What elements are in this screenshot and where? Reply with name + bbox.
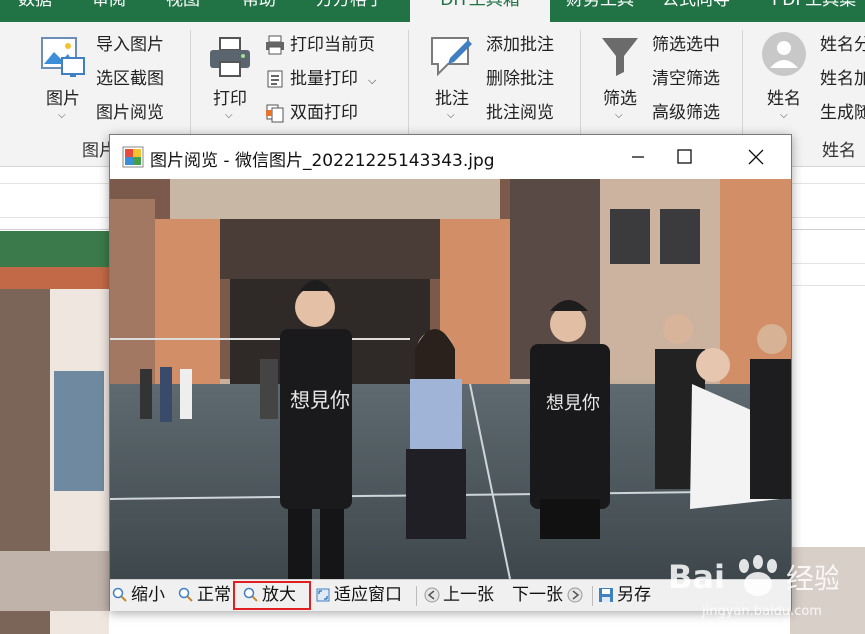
zoom-out-icon — [112, 587, 127, 602]
maximize-icon — [677, 149, 692, 164]
previous-label: 上一张 — [443, 585, 494, 605]
chevron-down-icon: ⌵ — [447, 110, 455, 121]
picture-viewer-button[interactable]: 图片阅览 — [96, 100, 164, 126]
picture-viewer-dialog: 图片阅览 - 微信图片_20221225143343.jpg 想見你 想見你 缩… — [109, 134, 792, 611]
comment-button-label: 批注 — [435, 89, 469, 109]
normal-size-button[interactable]: 正常 — [178, 583, 231, 608]
print-page-icon — [266, 35, 284, 55]
print-current-page-button[interactable]: 打印当前页 — [264, 32, 375, 58]
grid-line — [790, 263, 865, 264]
shirt-text-left: 想見你 — [290, 388, 350, 412]
save-as-button[interactable]: 另存 — [598, 583, 651, 608]
photo-content: 想見你 想見你 — [110, 179, 791, 579]
minimize-button[interactable] — [615, 135, 661, 179]
picture-icon — [41, 37, 85, 77]
dialog-title: 图片阅览 - 微信图片_20221225143343.jpg — [150, 151, 495, 171]
print-button[interactable]: 打印 ⌵ — [204, 32, 256, 124]
tab-data[interactable]: 数据 — [18, 0, 68, 22]
zoom-in-label: 放大 — [262, 585, 296, 605]
tab-finance-tools[interactable]: 财务工具 — [566, 0, 646, 22]
next-label: 下一张 — [512, 585, 563, 605]
zoom-in-button[interactable]: 放大 — [233, 581, 311, 610]
zoom-normal-icon — [178, 587, 193, 602]
fit-window-label: 适应窗口 — [334, 585, 402, 605]
name-split-button[interactable]: 姓名分 — [820, 32, 865, 58]
maximize-button[interactable] — [661, 135, 707, 179]
filter-selected-button[interactable]: 筛选选中 — [652, 32, 720, 58]
duplex-print-button[interactable]: 双面打印 — [264, 100, 358, 126]
comment-viewer-button[interactable]: 批注阅览 — [486, 100, 554, 126]
filter-button[interactable]: 筛选 ⌵ — [594, 32, 646, 124]
svg-text:经验: 经验 — [786, 562, 838, 595]
arrow-right-icon — [567, 587, 583, 603]
ribbon-tab-bar: 数据 审阅 视图 帮助 方方格子 DIY工具箱 财务工具 公式向导 PDF工具集 — [0, 0, 865, 22]
person-icon — [762, 32, 806, 76]
name-add-button[interactable]: 姓名加 — [820, 66, 865, 92]
tab-diy-toolbox[interactable]: DIY工具箱 — [410, 0, 550, 22]
zoom-in-icon — [243, 587, 258, 602]
name-button[interactable]: 姓名 ⌵ — [756, 32, 812, 124]
batch-print-icon — [267, 70, 283, 88]
tab-view[interactable]: 视图 — [166, 0, 216, 22]
batch-print-button[interactable]: 批量打印 ⌵ — [264, 66, 376, 92]
next-button[interactable]: 下一张 — [512, 583, 586, 608]
tab-pdf-tools[interactable]: PDF工具集 — [772, 0, 865, 22]
clear-filter-button[interactable]: 清空筛选 — [652, 66, 720, 92]
chevron-down-icon: ⌵ — [225, 110, 233, 121]
print-button-label: 打印 — [213, 89, 247, 109]
chevron-down-icon: ⌵ — [58, 110, 66, 121]
shirt-text-right: 想見你 — [546, 393, 600, 414]
picture-button-label: 图片 — [46, 89, 80, 109]
toolbar-divider — [592, 586, 593, 606]
generate-random-button[interactable]: 生成随 — [820, 100, 865, 126]
svg-text:Bai: Bai — [668, 558, 725, 596]
filter-button-label: 筛选 — [603, 89, 637, 109]
batch-print-label: 批量打印 — [290, 69, 358, 89]
background-photo-fragment — [0, 231, 109, 634]
duplex-print-icon — [266, 104, 284, 123]
fit-window-button[interactable]: 适应窗口 — [315, 583, 402, 608]
group-label-name: 姓名 — [822, 141, 856, 161]
dialog-title-bar[interactable]: 图片阅览 - 微信图片_20221225143343.jpg — [110, 135, 791, 179]
chevron-down-icon: ⌵ — [615, 110, 623, 121]
import-picture-button[interactable]: 导入图片 — [96, 32, 164, 58]
delete-comment-button[interactable]: 删除批注 — [486, 66, 554, 92]
close-icon — [748, 149, 764, 165]
print-current-page-label: 打印当前页 — [290, 35, 375, 55]
zoom-out-label: 缩小 — [131, 585, 165, 605]
printer-icon — [210, 37, 250, 77]
minimize-icon — [632, 156, 644, 158]
picture-button[interactable]: 图片 ⌵ — [36, 32, 90, 124]
name-button-label: 姓名 — [767, 89, 801, 109]
duplex-print-label: 双面打印 — [290, 103, 358, 123]
add-comment-button[interactable]: 添加批注 — [486, 32, 554, 58]
funnel-icon — [602, 38, 638, 76]
close-button[interactable] — [732, 135, 778, 179]
arrow-left-icon — [424, 587, 440, 603]
app-icon — [122, 146, 144, 168]
tab-formula-wizard[interactable]: 公式向导 — [662, 0, 742, 22]
tab-review[interactable]: 审阅 — [92, 0, 142, 22]
toolbar-divider — [416, 586, 417, 606]
watermark-url: jingyan.baidu.com — [702, 604, 822, 619]
comment-icon — [431, 37, 472, 77]
comment-button[interactable]: 批注 ⌵ — [424, 32, 480, 124]
fit-window-icon — [316, 588, 330, 602]
tab-fangfang[interactable]: 方方格子 — [316, 0, 396, 22]
chevron-down-icon: ⌵ — [368, 74, 377, 87]
zoom-out-button[interactable]: 缩小 — [112, 583, 165, 608]
grid-line — [790, 285, 865, 286]
tab-help[interactable]: 帮助 — [242, 0, 292, 22]
save-icon — [599, 588, 613, 602]
save-as-label: 另存 — [617, 585, 651, 605]
normal-size-label: 正常 — [197, 585, 231, 605]
advanced-filter-button[interactable]: 高级筛选 — [652, 100, 720, 126]
region-screenshot-button[interactable]: 选区截图 — [96, 66, 164, 92]
viewed-photo[interactable]: 想見你 想見你 — [110, 179, 791, 579]
chevron-down-icon: ⌵ — [780, 110, 788, 121]
sheet-image-behind — [0, 231, 109, 634]
previous-button[interactable]: 上一张 — [424, 583, 494, 608]
